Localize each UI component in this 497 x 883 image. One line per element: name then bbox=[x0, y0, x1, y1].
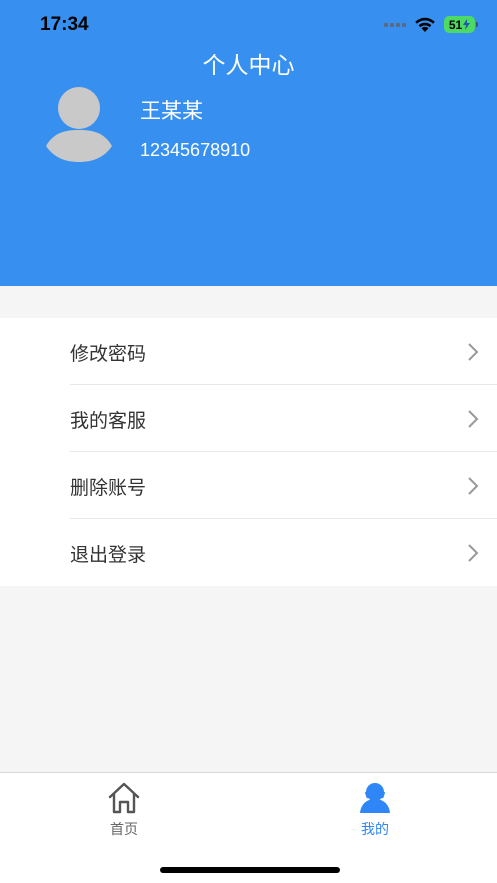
signal-dots-icon bbox=[384, 22, 406, 27]
menu-item-label: 删除账号 bbox=[70, 477, 147, 499]
status-time: 17:34 bbox=[40, 14, 89, 35]
user-icon bbox=[360, 783, 390, 813]
chevron-right-icon bbox=[468, 410, 479, 428]
tab-mine-label: 我的 bbox=[361, 822, 389, 838]
chevron-right-icon bbox=[468, 343, 479, 361]
settings-menu: 修改密码 我的客服 删除账号 退出登录 bbox=[0, 318, 497, 586]
status-icons: 51 bbox=[384, 16, 478, 33]
menu-item-change-password[interactable]: 修改密码 bbox=[0, 318, 497, 385]
avatar-placeholder-icon[interactable] bbox=[44, 86, 114, 164]
menu-item-delete-account[interactable]: 删除账号 bbox=[0, 452, 497, 519]
chevron-right-icon bbox=[468, 477, 479, 495]
home-indicator bbox=[160, 867, 340, 873]
user-name: 王某某 bbox=[140, 99, 203, 123]
chevron-right-icon bbox=[468, 544, 479, 562]
tab-mine[interactable]: 我的 bbox=[325, 781, 425, 839]
page-title: 个人中心 bbox=[202, 53, 295, 79]
profile-header: 17:34 51 个人中心 王某某 12345678910 bbox=[0, 0, 497, 286]
wifi-icon bbox=[415, 17, 435, 32]
battery-charging-icon: 51 bbox=[444, 16, 478, 33]
menu-item-label: 我的客服 bbox=[70, 410, 147, 432]
tab-home-label: 首页 bbox=[110, 822, 138, 838]
tab-home[interactable]: 首页 bbox=[74, 781, 174, 839]
menu-item-label: 修改密码 bbox=[70, 343, 147, 365]
menu-item-label: 退出登录 bbox=[70, 544, 147, 566]
status-bar: 17:34 51 bbox=[0, 0, 497, 50]
profile-screen: 17:34 51 个人中心 王某某 12345678910 修改密码 我的客服 … bbox=[0, 0, 497, 883]
menu-item-customer-service[interactable]: 我的客服 bbox=[0, 385, 497, 452]
battery-level: 51 bbox=[448, 17, 463, 32]
user-phone: 12345678910 bbox=[140, 140, 251, 160]
home-icon bbox=[108, 782, 140, 814]
menu-item-logout[interactable]: 退出登录 bbox=[0, 519, 497, 586]
